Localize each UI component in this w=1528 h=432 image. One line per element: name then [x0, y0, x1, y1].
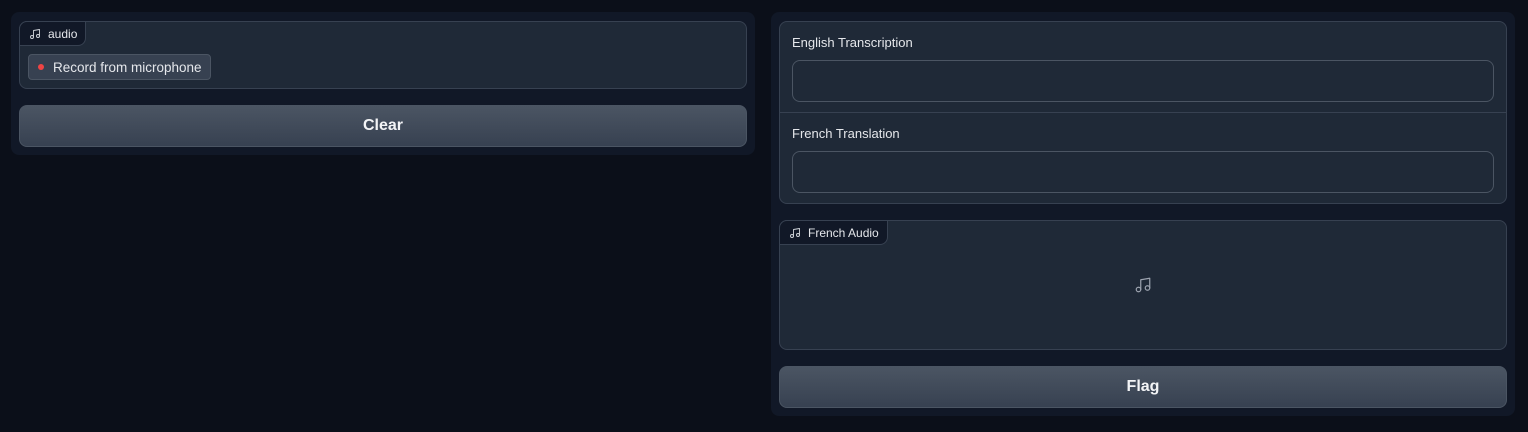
english-transcription-label: English Transcription [792, 35, 913, 50]
record-from-microphone-button[interactable]: Record from microphone [28, 54, 211, 80]
french-translation-label: French Translation [792, 126, 900, 141]
empty-audio-music-note-icon [1135, 277, 1151, 293]
audio-label-tag: audio [19, 21, 87, 46]
record-button-label: Record from microphone [53, 59, 202, 75]
french-audio-block: French Audio [779, 220, 1507, 350]
music-note-icon [30, 28, 40, 39]
field-divider [780, 112, 1506, 113]
music-note-icon [790, 227, 800, 238]
flag-button[interactable]: Flag [779, 366, 1507, 408]
text-outputs-block: English Transcription French Translation [779, 21, 1507, 204]
french-audio-label-text: French Audio [808, 225, 879, 240]
audio-input-block: audio Record from microphone [19, 21, 747, 89]
english-transcription-field[interactable] [792, 60, 1494, 102]
french-translation-field[interactable] [792, 151, 1494, 193]
french-audio-label-tag: French Audio [779, 220, 888, 245]
clear-button[interactable]: Clear [19, 105, 747, 147]
record-dot-icon [38, 64, 44, 70]
input-column: audio Record from microphone Clear [11, 12, 755, 155]
output-column: English Transcription French Translation… [771, 12, 1515, 416]
audio-label-text: audio [48, 26, 78, 41]
